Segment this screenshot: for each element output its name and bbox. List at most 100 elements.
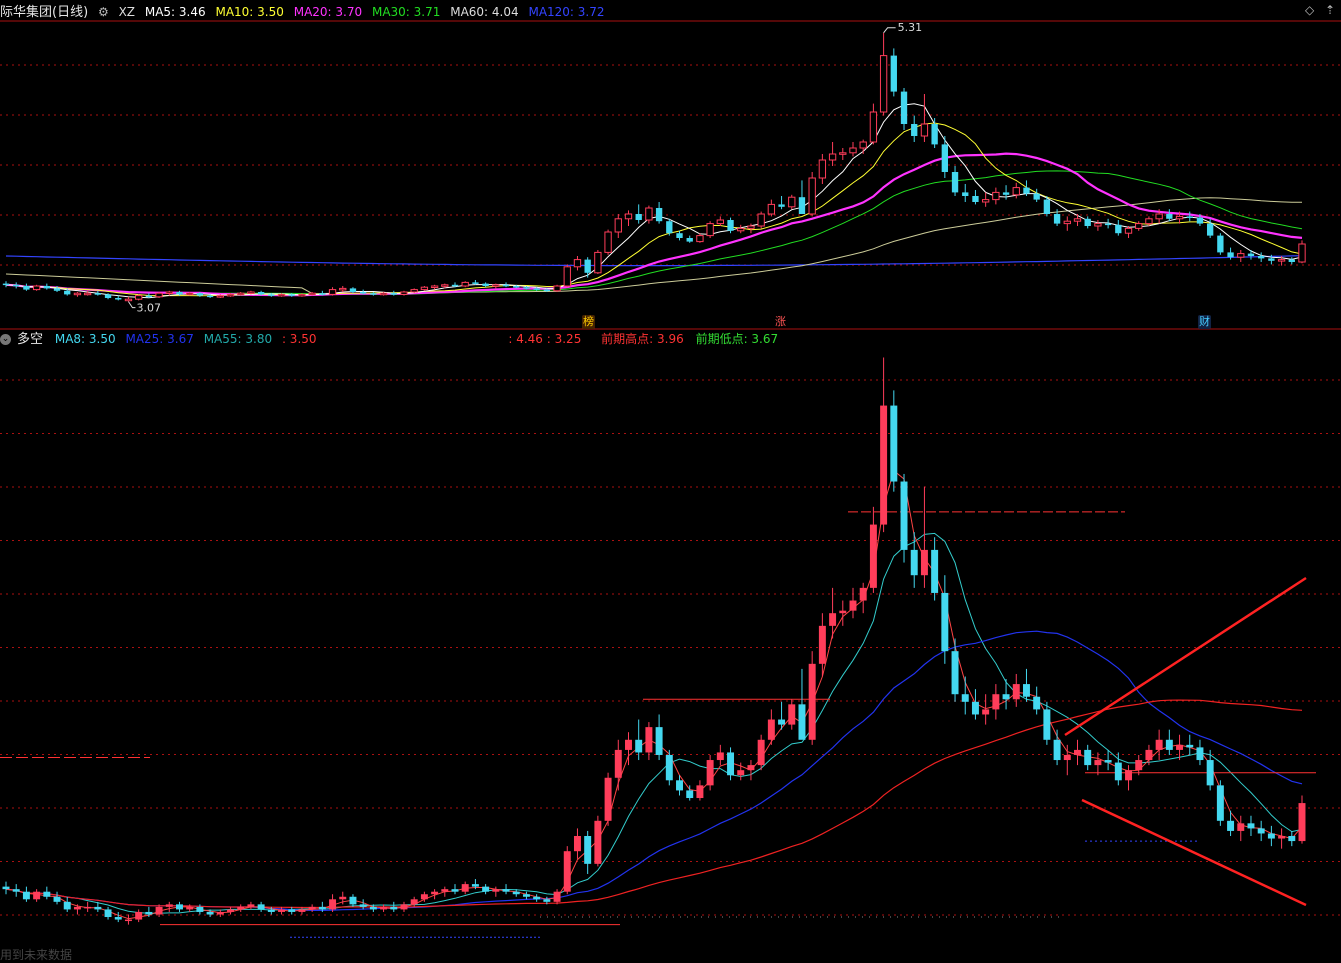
- candle-body: [257, 292, 265, 295]
- candle-body: [135, 911, 143, 920]
- candle-body: [839, 610, 847, 614]
- candle-body: [1298, 803, 1306, 842]
- marker-zhang[interactable]: 涨: [774, 315, 787, 329]
- candle-body: [267, 909, 275, 912]
- candle-body: [859, 141, 867, 149]
- bottom-moving-averages: [5, 469, 1303, 920]
- max-price-label: 5.31: [898, 21, 923, 34]
- candle-body: [522, 894, 530, 897]
- candle-body: [737, 770, 745, 776]
- candle-body: [441, 284, 449, 287]
- candle-body: [114, 917, 122, 920]
- candle-body: [216, 911, 224, 915]
- candle-body: [420, 894, 428, 900]
- settings-gear-icon[interactable]: ⚙: [98, 5, 109, 19]
- candle-body: [237, 906, 245, 910]
- candle-body: [1196, 747, 1204, 761]
- candle-body: [879, 55, 888, 113]
- top-candles: [2, 32, 1306, 302]
- candle-body: [22, 891, 30, 900]
- candle-body: [216, 295, 224, 298]
- candle-body: [277, 293, 286, 297]
- ma60-line: [5, 197, 1302, 294]
- candle-body: [1288, 259, 1295, 262]
- candle-body: [584, 836, 592, 864]
- candle-body: [1288, 836, 1296, 842]
- candle-body: [13, 284, 20, 287]
- ma5-value: MA5: 3.46: [144, 5, 206, 19]
- candle-body: [502, 284, 510, 287]
- marker-cai[interactable]: 财: [1198, 315, 1211, 329]
- candle-body: [410, 289, 418, 293]
- candle-body: [1043, 709, 1051, 740]
- candle-body: [849, 600, 857, 611]
- up-arrow-icon[interactable]: ⇡: [1325, 3, 1335, 17]
- bottom-pane-grid: [0, 379, 1341, 916]
- candle-body: [461, 281, 469, 287]
- candle-body: [1124, 227, 1133, 234]
- candle-body: [1084, 749, 1092, 766]
- min-pointer: [128, 301, 136, 309]
- candle-body: [1125, 770, 1132, 781]
- candle-body: [808, 177, 816, 215]
- candle-body: [349, 896, 357, 905]
- candle-body: [920, 123, 929, 137]
- candle-body: [1114, 762, 1122, 781]
- candle-body: [543, 899, 551, 902]
- candle-body: [94, 906, 102, 910]
- ma30-value: MA30: 3.71: [371, 5, 441, 19]
- candle-body: [83, 292, 92, 296]
- candle-body: [900, 481, 908, 550]
- candle-body: [1145, 218, 1153, 225]
- candle-body: [247, 291, 255, 294]
- candle-body: [778, 719, 786, 725]
- candle-body: [329, 899, 337, 910]
- candle-body: [186, 292, 194, 296]
- candle-body: [2, 886, 10, 890]
- candle-body: [1115, 224, 1122, 234]
- candle-body: [727, 220, 734, 231]
- candle-body: [911, 124, 918, 136]
- candle-body: [278, 909, 286, 912]
- candle-body: [982, 709, 990, 715]
- candle-body: [451, 284, 459, 287]
- candle-body: [829, 613, 837, 626]
- candle-body: [666, 221, 673, 234]
- candle-body: [1166, 214, 1173, 219]
- candle-body: [818, 625, 826, 664]
- candle-body: [706, 223, 714, 237]
- marker-bang[interactable]: 榜: [582, 315, 595, 329]
- candle-body: [288, 909, 296, 912]
- candle-body: [12, 889, 20, 892]
- candle-body: [553, 891, 561, 902]
- ma25-value: MA25: 3.67: [125, 332, 194, 346]
- candle-body: [676, 780, 683, 791]
- diamond-icon[interactable]: ◇: [1305, 3, 1314, 17]
- candle-body: [1012, 187, 1020, 196]
- candle-body: [747, 765, 755, 771]
- candle-body: [778, 204, 785, 207]
- indicator-name: XZ: [118, 5, 136, 19]
- candle-body: [482, 283, 489, 286]
- candle-body: [380, 906, 388, 910]
- candle-body: [237, 292, 245, 296]
- candle-body: [706, 760, 714, 786]
- candle-body: [1023, 187, 1030, 194]
- stock-title: 际华集团(日线): [0, 5, 89, 20]
- ma3-line: [5, 469, 1303, 920]
- candle-body: [319, 293, 326, 295]
- ma8-line: [5, 532, 1303, 914]
- candle-body: [1155, 213, 1163, 220]
- candle-body: [1186, 744, 1194, 748]
- prev-low-readout: 前期低点: 3.67: [695, 332, 779, 346]
- candle-body: [400, 291, 408, 295]
- candle-body: [73, 292, 82, 296]
- candle-body: [472, 282, 479, 284]
- ma10-line: [5, 122, 1303, 297]
- candle-body: [1237, 823, 1245, 831]
- candle-body: [53, 288, 61, 291]
- candle-body: [165, 904, 173, 907]
- chevron-down-icon[interactable]: ⌄: [0, 334, 11, 345]
- candle-body: [247, 904, 255, 907]
- candle-body: [308, 906, 316, 910]
